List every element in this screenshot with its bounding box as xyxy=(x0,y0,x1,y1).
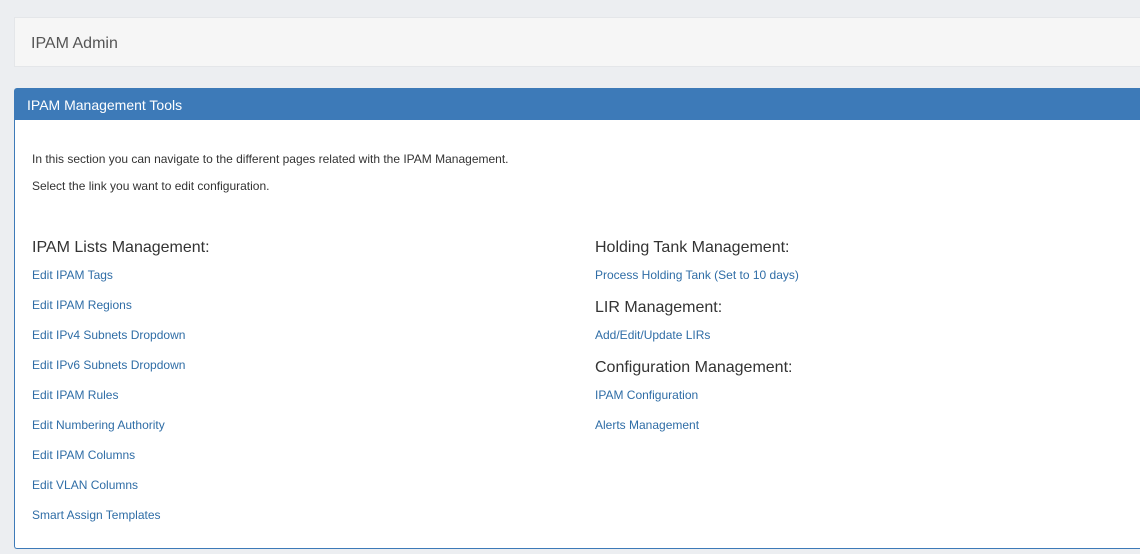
link-edit-ipv4-subnets-dropdown[interactable]: Edit IPv4 Subnets Dropdown xyxy=(32,328,185,343)
lists-management-heading: IPAM Lists Management: xyxy=(32,239,210,256)
link-ipam-configuration[interactable]: IPAM Configuration xyxy=(595,388,698,403)
configuration-management-heading: Configuration Management: xyxy=(595,359,793,376)
link-edit-vlan-columns[interactable]: Edit VLAN Columns xyxy=(32,478,138,493)
right-column: Holding Tank Management: Process Holding… xyxy=(595,238,1095,448)
link-add-edit-update-lirs[interactable]: Add/Edit/Update LIRs xyxy=(595,328,710,343)
page-title: IPAM Admin xyxy=(31,35,118,52)
breadcrumb: IPAM Admin xyxy=(14,17,1140,67)
link-edit-ipam-columns[interactable]: Edit IPAM Columns xyxy=(32,448,135,463)
lists-management-section: IPAM Lists Management: Edit IPAM Tags Ed… xyxy=(32,238,532,538)
instruction-text: Select the link you want to edit configu… xyxy=(32,179,270,193)
link-edit-ipam-regions[interactable]: Edit IPAM Regions xyxy=(32,298,132,313)
intro-text: In this section you can navigate to the … xyxy=(32,152,509,166)
link-edit-ipam-tags[interactable]: Edit IPAM Tags xyxy=(32,268,113,283)
management-tools-panel: IPAM Management Tools In this section yo… xyxy=(14,88,1140,549)
link-process-holding-tank[interactable]: Process Holding Tank (Set to 10 days) xyxy=(595,268,799,283)
link-edit-numbering-authority[interactable]: Edit Numbering Authority xyxy=(32,418,165,433)
panel-title: IPAM Management Tools xyxy=(27,97,183,113)
link-alerts-management[interactable]: Alerts Management xyxy=(595,418,699,433)
holding-tank-heading: Holding Tank Management: xyxy=(595,239,790,256)
panel-heading: IPAM Management Tools xyxy=(15,89,1140,120)
lir-management-heading: LIR Management: xyxy=(595,299,723,316)
link-edit-ipv6-subnets-dropdown[interactable]: Edit IPv6 Subnets Dropdown xyxy=(32,358,185,373)
link-smart-assign-templates[interactable]: Smart Assign Templates xyxy=(32,508,161,523)
link-edit-ipam-rules[interactable]: Edit IPAM Rules xyxy=(32,388,118,403)
